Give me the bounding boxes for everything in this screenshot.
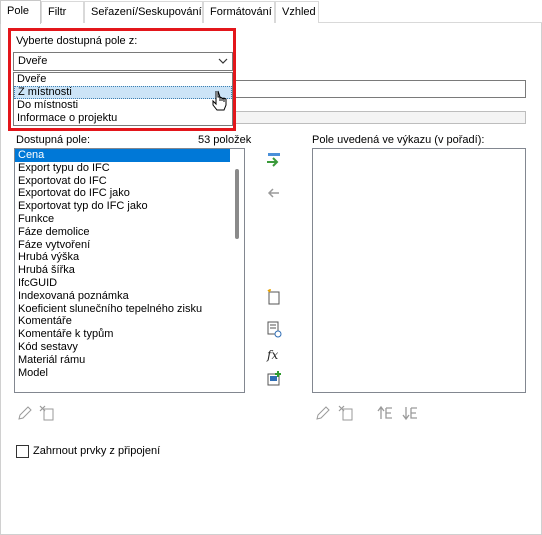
svg-text:fx: fx	[266, 348, 278, 362]
list-item[interactable]: Hrubá šířka	[15, 264, 244, 277]
tab-formatovani[interactable]: Formátování	[203, 1, 275, 23]
edit-icon[interactable]	[314, 404, 332, 422]
list-item[interactable]: Materiál rámu	[15, 354, 244, 367]
list-item[interactable]: Exportovat do IFC jako	[15, 187, 244, 200]
list-item[interactable]: Exportovat typ do IFC jako	[15, 200, 244, 213]
list-item[interactable]: Hrubá výška	[15, 251, 244, 264]
formula-icon[interactable]: fx	[265, 345, 283, 363]
combine-parameters-icon[interactable]	[265, 320, 283, 338]
move-up-icon[interactable]	[376, 404, 394, 422]
list-item[interactable]: IfcGUID	[15, 277, 244, 290]
list-item[interactable]: Koeficient slunečního tepelného zisku	[15, 303, 244, 316]
scrollbar-thumb[interactable]	[235, 169, 239, 239]
list-item[interactable]: Export typu do IFC	[15, 162, 244, 175]
include-linked-checkbox[interactable]	[16, 445, 29, 458]
mouse-pointer-icon	[212, 90, 227, 111]
list-item[interactable]: Model	[15, 367, 244, 380]
available-fields-list[interactable]: Cena Export typu do IFC Exportovat do IF…	[14, 148, 245, 393]
tab-label: Pole	[7, 5, 30, 17]
calculated-value-icon[interactable]	[265, 370, 283, 388]
tab-label: Filtr	[48, 6, 67, 18]
tab-label: Seřazení/Seskupování	[91, 6, 202, 18]
edit-icon[interactable]	[16, 404, 34, 422]
hidden-field[interactable]	[236, 80, 526, 98]
available-count: 53 položek	[198, 134, 252, 146]
list-item[interactable]: Cena	[15, 149, 244, 162]
tab-strip: Pole Filtr Seřazení/Seskupování Formátov…	[0, 0, 542, 24]
remove-field-icon[interactable]	[265, 184, 283, 202]
highlight-frame	[8, 28, 236, 131]
add-field-icon[interactable]	[265, 151, 283, 169]
list-item[interactable]: Kód sestavy	[15, 341, 244, 354]
list-item[interactable]: Exportovat do IFC	[15, 175, 244, 188]
tab-razeni[interactable]: Seřazení/Seskupování	[84, 1, 203, 23]
list-scrollbar[interactable]	[230, 149, 244, 392]
list-item[interactable]: Indexovaná poznámka	[15, 290, 244, 303]
delete-icon[interactable]	[38, 404, 56, 422]
tab-pole[interactable]: Pole	[0, 0, 41, 24]
scheduled-fields-label: Pole uvedená ve výkazu (v pořadí):	[312, 134, 485, 146]
tab-label: Formátování	[210, 6, 272, 18]
new-parameter-icon[interactable]	[265, 288, 283, 306]
list-item[interactable]: Komentáře	[15, 315, 244, 328]
available-fields-label: Dostupná pole:	[16, 134, 90, 146]
include-linked-label: Zahrnout prvky z připojení	[33, 445, 161, 457]
move-down-icon[interactable]	[401, 404, 419, 422]
list-item[interactable]: Komentáře k typům	[15, 328, 244, 341]
tab-filtr[interactable]: Filtr	[41, 1, 84, 23]
hidden-field-disabled	[236, 111, 526, 124]
list-item[interactable]: Funkce	[15, 213, 244, 226]
tab-label: Vzhled	[282, 6, 316, 18]
list-item[interactable]: Fáze vytvoření	[15, 239, 244, 252]
scheduled-fields-list[interactable]	[312, 148, 526, 393]
delete-icon[interactable]	[337, 404, 355, 422]
tab-vzhled[interactable]: Vzhled	[275, 1, 319, 23]
list-item[interactable]: Fáze demolice	[15, 226, 244, 239]
